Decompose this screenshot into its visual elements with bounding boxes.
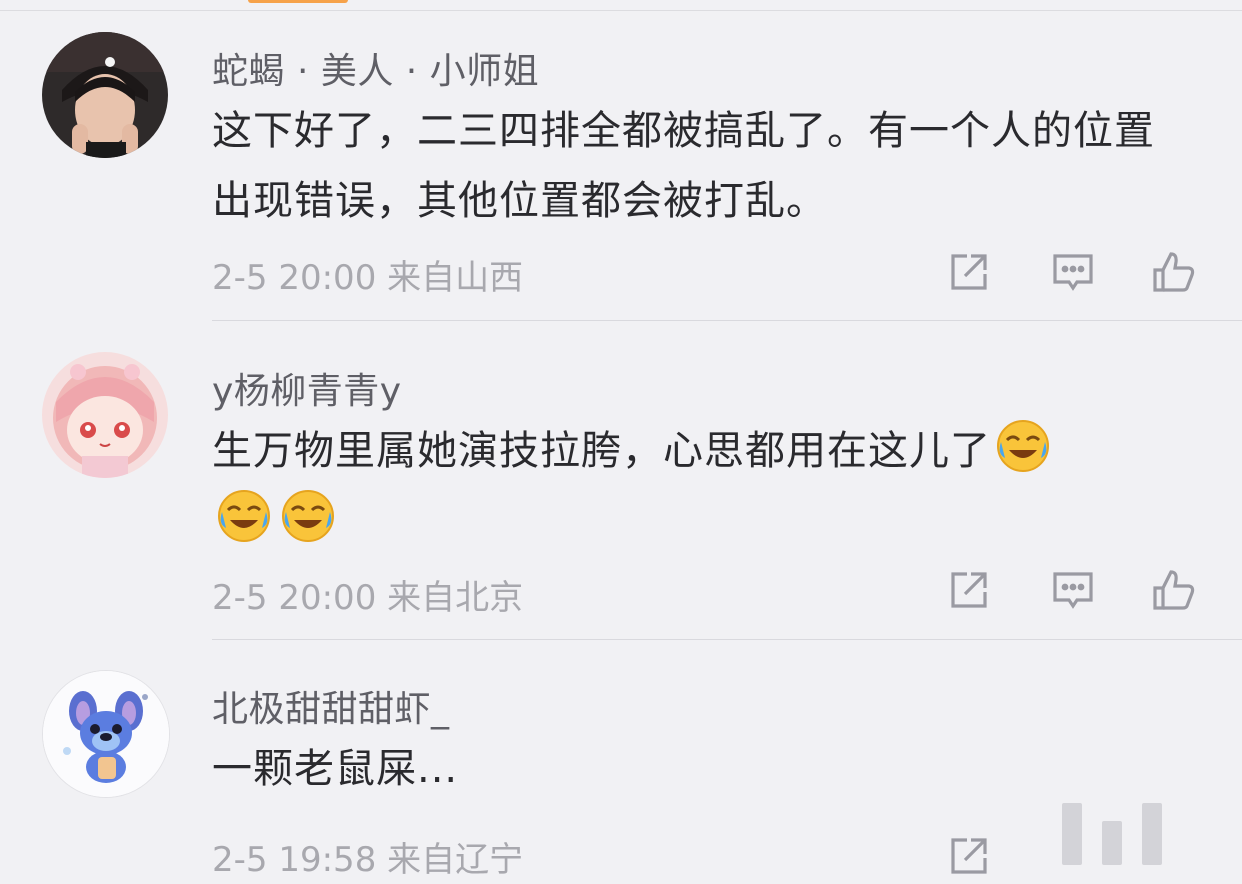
like-icon[interactable] [1149,248,1197,296]
comment-divider [212,320,1242,321]
scroll-indicator [1062,795,1162,865]
avatar[interactable] [42,670,170,798]
avatar[interactable] [42,352,168,478]
comment-meta: 2-5 20:00 来自山西 [212,258,524,298]
laughing-crying-emoji [280,488,336,544]
comment-text-content: 生万物里属她演技拉胯，心思都用在这儿了 [212,428,991,474]
username[interactable]: y杨柳青青y [212,362,402,414]
comment-meta: 2-5 20:00 来自北京 [212,578,524,618]
avatar[interactable] [42,32,168,158]
comment-actions [945,566,1205,614]
comment-divider [212,639,1242,640]
comment-text: 生万物里属她演技拉胯，心思都用在这儿了 [212,416,1172,556]
reply-icon[interactable] [1049,566,1097,614]
share-icon[interactable] [945,832,993,880]
laughing-crying-emoji [995,418,1051,474]
top-divider [0,10,1242,11]
share-icon[interactable] [945,248,993,296]
username[interactable]: 北极甜甜甜虾_ [212,680,450,732]
laughing-crying-emoji [216,488,272,544]
share-icon[interactable] [945,566,993,614]
comment-actions [945,248,1205,296]
top-badge [248,0,348,3]
like-icon[interactable] [1149,566,1197,614]
reply-icon[interactable] [1049,248,1097,296]
comment-text: 一颗老鼠屎... [212,746,459,792]
comment-meta: 2-5 19:58 来自辽宁 [212,840,524,880]
username[interactable]: 蛇蝎 · 美人 · 小师姐 [212,42,539,94]
comment-text: 这下好了，二三四排全都被搞乱了。有一个人的位置出现错误，其他位置都会被打乱。 [212,108,1155,224]
